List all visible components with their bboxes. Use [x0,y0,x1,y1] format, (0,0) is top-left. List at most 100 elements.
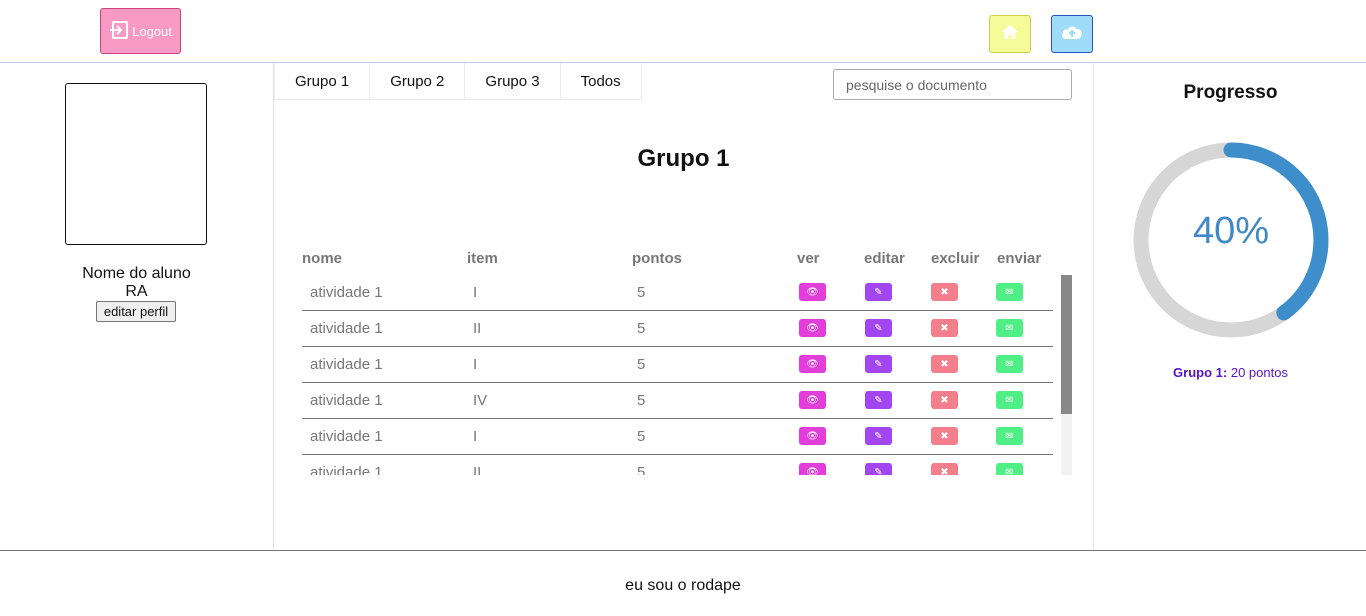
pencil-icon: ✎ [874,358,883,370]
editar-button[interactable]: ✎ [865,355,892,373]
column-header-excluir: excluir [931,250,980,267]
eye-icon: 👁 [806,286,819,298]
edit-profile-button[interactable]: editar perfil [96,301,176,322]
excluir-button[interactable]: ✖ [931,355,958,373]
table-row: atividade 1 I 5 👁 ✎ ✖ ✉ [302,347,1053,383]
envelope-download-icon: ✉ [1005,394,1014,406]
envelope-download-icon: ✉ [1005,466,1014,476]
eye-icon: 👁 [806,430,819,442]
table-scrollbar[interactable] [1061,275,1072,475]
cell-item: I [473,428,478,445]
cell-item: II [473,320,482,337]
cell-item: IV [473,392,488,409]
excluir-button[interactable]: ✖ [931,463,958,475]
progress-title: Progresso [1183,82,1278,103]
cell-pontos: 5 [637,428,646,445]
pencil-icon: ✎ [874,430,883,442]
cell-nome: atividade 1 [310,428,383,445]
tab-grupo-2[interactable]: Grupo 2 [370,63,466,100]
table-row: atividade 1 I 5 👁 ✎ ✖ ✉ [302,419,1053,455]
cell-pontos: 5 [637,464,646,475]
pencil-icon: ✎ [874,322,883,334]
ver-button[interactable]: 👁 [799,427,826,445]
cell-pontos: 5 [637,320,646,337]
footer: eu sou o rodape [0,550,1366,616]
tab-todos[interactable]: Todos [561,63,642,100]
x-icon: ✖ [940,322,949,334]
eye-icon: 👁 [806,358,819,370]
enviar-button[interactable]: ✉ [996,283,1023,301]
search-input[interactable] [833,69,1072,100]
cell-nome: atividade 1 [310,464,383,475]
ver-button[interactable]: 👁 [799,319,826,337]
eye-icon: 👁 [806,322,819,334]
profile-sidebar: Nome do aluno RA editar perfil [0,63,274,550]
column-header-enviar: enviar [997,250,1042,267]
table-body[interactable]: atividade 1 I 5 👁 ✎ ✖ ✉ atividade 1 II 5 👁 ✎ ✖ ✉ ativi… [302,275,1072,475]
excluir-button[interactable]: ✖ [931,283,958,301]
excluir-button[interactable]: ✖ [931,319,958,337]
home-icon [1001,23,1019,46]
enviar-button[interactable]: ✉ [996,355,1023,373]
cell-nome: atividade 1 [310,392,383,409]
logout-icon [109,20,129,43]
editar-button[interactable]: ✎ [865,463,892,475]
tab-grupo-3[interactable]: Grupo 3 [465,63,561,100]
x-icon: ✖ [940,466,949,476]
excluir-button[interactable]: ✖ [931,391,958,409]
editar-button[interactable]: ✎ [865,283,892,301]
x-icon: ✖ [940,394,949,406]
cell-item: I [473,356,478,373]
enviar-button[interactable]: ✉ [996,391,1023,409]
table-row: atividade 1 II 5 👁 ✎ ✖ ✉ [302,455,1053,475]
editar-button[interactable]: ✎ [865,427,892,445]
cloud-upload-icon [1060,23,1084,46]
main-content: Grupo 1 Grupo 2 Grupo 3 Todos Grupo 1 no… [274,63,1093,550]
profile-photo [65,83,207,245]
envelope-download-icon: ✉ [1005,430,1014,442]
upload-button[interactable] [1051,15,1093,53]
editar-button[interactable]: ✎ [865,319,892,337]
x-icon: ✖ [940,430,949,442]
enviar-button[interactable]: ✉ [996,463,1023,475]
table-row: atividade 1 II 5 👁 ✎ ✖ ✉ [302,311,1053,347]
editar-button[interactable]: ✎ [865,391,892,409]
envelope-download-icon: ✉ [1005,358,1014,370]
x-icon: ✖ [940,286,949,298]
cell-pontos: 5 [637,284,646,301]
cell-nome: atividade 1 [310,284,383,301]
progress-panel: Progresso 40% Grupo 1: 20 pontos [1093,63,1366,550]
student-name: Nome do aluno [82,265,191,282]
column-header-editar: editar [864,250,905,267]
top-bar: Logout [0,0,1366,63]
cell-pontos: 5 [637,356,646,373]
ver-button[interactable]: 👁 [799,391,826,409]
x-icon: ✖ [940,358,949,370]
home-button[interactable] [989,15,1031,53]
logout-button[interactable]: Logout [100,8,181,54]
scrollbar-thumb[interactable] [1061,275,1072,414]
enviar-button[interactable]: ✉ [996,427,1023,445]
group-points-label: Grupo 1: [1173,365,1228,380]
student-ra: RA [125,283,148,300]
eye-icon: 👁 [806,466,819,476]
group-points-value: 20 pontos [1230,365,1288,380]
enviar-button[interactable]: ✉ [996,319,1023,337]
cell-nome: atividade 1 [310,320,383,337]
column-header-item: item [467,250,498,267]
table-row: atividade 1 I 5 👁 ✎ ✖ ✉ [302,275,1053,311]
pencil-icon: ✎ [874,466,883,476]
ver-button[interactable]: 👁 [799,355,826,373]
pencil-icon: ✎ [874,394,883,406]
excluir-button[interactable]: ✖ [931,427,958,445]
eye-icon: 👁 [806,394,819,406]
tab-grupo-1[interactable]: Grupo 1 [274,63,371,100]
cell-pontos: 5 [637,392,646,409]
progress-percent: 40% [1192,210,1270,252]
ver-button[interactable]: 👁 [799,283,826,301]
ver-button[interactable]: 👁 [799,463,826,475]
group-tabs: Grupo 1 Grupo 2 Grupo 3 Todos [274,63,642,100]
table-header: nome item pontos ver editar excluir envi… [302,250,1062,270]
cell-nome: atividade 1 [310,356,383,373]
envelope-download-icon: ✉ [1005,322,1014,334]
